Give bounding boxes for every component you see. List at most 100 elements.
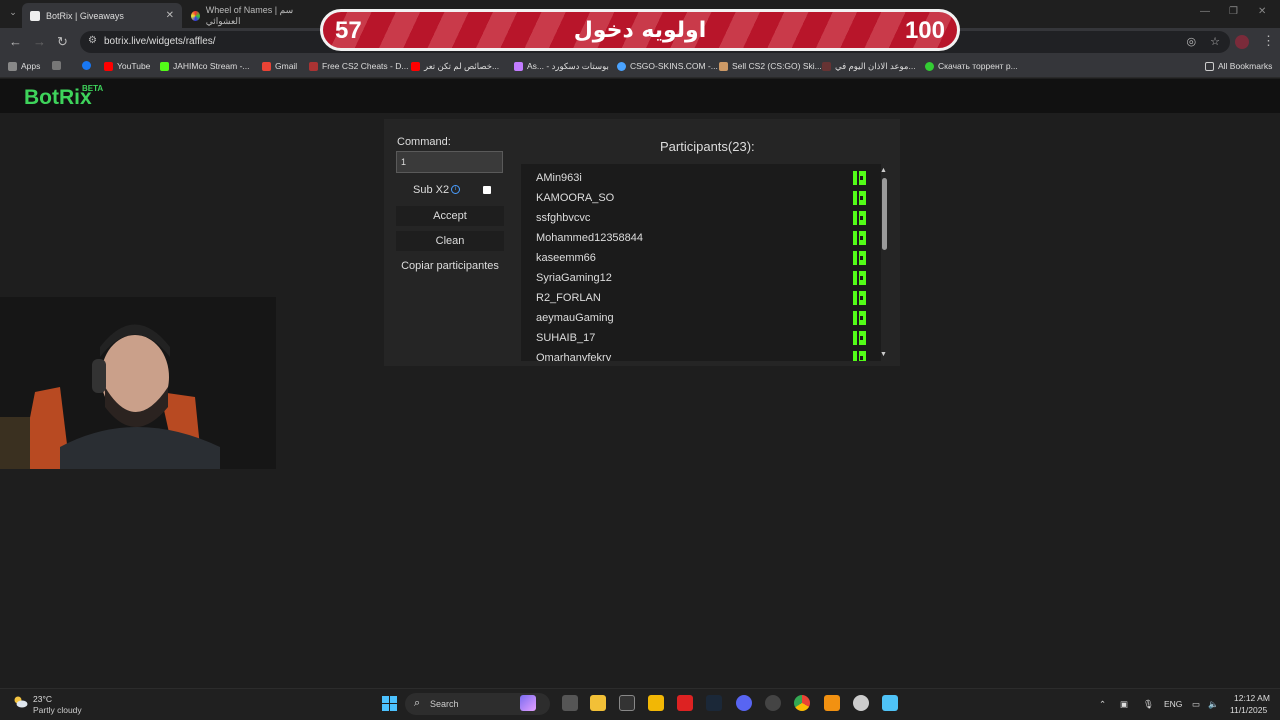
close-tab-icon[interactable]: ✕	[166, 10, 174, 21]
menu-kebab-icon[interactable]: ⋮	[1262, 33, 1275, 49]
weather-temperature[interactable]: 23°C	[33, 694, 52, 704]
bookmark-all[interactable]: All Bookmarks	[1205, 61, 1272, 71]
cheats-icon	[309, 61, 318, 71]
logitech-icon[interactable]	[619, 695, 635, 711]
participants-list[interactable]: AMin963i KAMOORA_SO ssfghbvcvc Mohammed1…	[521, 164, 881, 361]
bookmark-cs2-cheats[interactable]: Free CS2 Cheats - D...	[309, 61, 408, 71]
app-icon[interactable]	[648, 695, 664, 711]
bookmark-facebook[interactable]	[82, 61, 95, 70]
microphone-icon[interactable]: 🎙	[1143, 699, 1154, 710]
command-input[interactable]	[396, 151, 503, 173]
bookmark-grid[interactable]	[52, 61, 65, 70]
mosque-icon	[822, 62, 831, 71]
bookmark-apps[interactable]: Apps	[8, 61, 40, 71]
kick-icon	[853, 311, 866, 325]
close-window-icon[interactable]: ✕	[1258, 6, 1266, 17]
tab-search-icon[interactable]: ⌄	[6, 7, 20, 21]
list-item[interactable]: Omarhanyfekry	[536, 348, 866, 361]
start-button[interactable]	[382, 696, 398, 712]
forward-icon[interactable]: →	[33, 34, 46, 49]
windows-logo-icon	[382, 696, 389, 703]
windows-logo-icon	[382, 704, 389, 711]
kick-icon	[853, 251, 866, 265]
bookmark-sell-cs2[interactable]: Sell CS2 (CS:GO) Ski...	[719, 61, 822, 71]
taskbar-date[interactable]: 11/1/2025	[1230, 705, 1267, 715]
tray-overflow-icon[interactable]: ⌃	[1099, 699, 1106, 710]
vlc-icon[interactable]	[824, 695, 840, 711]
volume-icon[interactable]: 🔈	[1208, 699, 1219, 710]
weather-condition[interactable]: Partly cloudy	[33, 705, 82, 715]
obs-icon[interactable]	[765, 695, 781, 711]
steam-icon[interactable]	[706, 695, 722, 711]
site-info-icon[interactable]: ⚙	[88, 35, 97, 46]
overlay-right-number: 100	[904, 17, 945, 44]
list-item[interactable]: ssfghbvcvc	[536, 208, 866, 228]
copy-participants-button[interactable]: Copiar participantes	[396, 256, 504, 276]
tray-app-icon[interactable]: ▣	[1120, 699, 1128, 710]
accept-button[interactable]: Accept	[396, 206, 504, 226]
skins-icon	[719, 61, 728, 71]
antivirus-icon[interactable]	[677, 695, 693, 711]
network-icon[interactable]: ▭	[1192, 699, 1200, 710]
list-item[interactable]: Mohammed12358844	[536, 228, 866, 248]
subx2-checkbox[interactable]	[483, 186, 491, 194]
search-icon: ⌕	[414, 697, 421, 709]
bookmark-youtube[interactable]: YouTube	[104, 61, 150, 71]
notepad-icon[interactable]	[882, 695, 898, 711]
scroll-down-icon[interactable]: ▼	[880, 351, 887, 358]
reload-icon[interactable]: ↻	[57, 34, 68, 50]
bookmark-discord-posts[interactable]: As... - بوستات دسكورد	[514, 61, 609, 72]
participant-name: Mohammed12358844	[536, 232, 644, 244]
bookmark-torrent[interactable]: Скачать торрент р...	[925, 61, 1018, 71]
info-icon[interactable]: i	[451, 185, 460, 194]
windows-logo-icon	[390, 704, 397, 711]
participant-name: AMin963i	[536, 172, 582, 184]
globe-icon	[617, 61, 626, 71]
tab-botrix[interactable]: BotRix | Giveaways ✕	[22, 3, 182, 28]
chrome-icon[interactable]	[794, 695, 810, 711]
bookmark-csgo-skins[interactable]: CSGO-SKINS.COM -...	[617, 61, 718, 71]
participant-name: KAMOORA_SO	[536, 192, 615, 204]
bookmark-star-icon[interactable]: ☆	[1210, 35, 1220, 48]
list-item[interactable]: KAMOORA_SO	[536, 188, 866, 208]
back-icon[interactable]: ←	[9, 34, 22, 49]
kick-icon	[853, 291, 866, 305]
bookmark-gmail[interactable]: Gmail	[262, 61, 297, 71]
bookmark-jahimco[interactable]: JAHIMco Stream -...	[160, 61, 250, 71]
list-item[interactable]: R2_FORLAN	[536, 288, 866, 308]
botrix-favicon-icon	[30, 10, 40, 21]
gmail-icon	[262, 61, 271, 71]
discord-icon[interactable]	[736, 695, 752, 711]
minimize-icon[interactable]: —	[1200, 6, 1210, 17]
scrollbar-thumb[interactable]	[882, 178, 887, 250]
taskbar-time[interactable]: 12:12 AM	[1234, 693, 1270, 703]
participants-header: Participants(23):	[660, 139, 755, 154]
list-item[interactable]: AMin963i	[536, 168, 866, 188]
task-view-icon[interactable]	[562, 695, 578, 711]
language-indicator[interactable]: ENG	[1164, 699, 1182, 709]
kick-icon	[853, 231, 866, 245]
kick-icon	[853, 271, 866, 285]
windows-logo-icon	[390, 696, 397, 703]
partly-cloudy-icon[interactable]	[12, 695, 28, 709]
participant-name: Omarhanyfekry	[536, 352, 612, 361]
restore-icon[interactable]: ❐	[1229, 6, 1238, 17]
bookmark-arabic-1[interactable]: خصائص لم تكن تعر...	[411, 61, 499, 72]
list-item[interactable]: kaseemm66	[536, 248, 866, 268]
list-item[interactable]: aeymauGaming	[536, 308, 866, 328]
bookmarks-bar: Apps YouTube JAHIMco Stream -... Gmail F…	[0, 56, 1280, 78]
youtube-icon	[104, 61, 113, 71]
webcam-overlay	[0, 297, 276, 469]
bookmark-prayer-times[interactable]: موعد الاذان اليوم في...	[822, 61, 916, 72]
clean-button[interactable]: Clean	[396, 231, 504, 251]
list-item[interactable]: SyriaGaming12	[536, 268, 866, 288]
profile-avatar[interactable]	[1235, 35, 1249, 49]
settings-icon[interactable]	[853, 695, 869, 711]
scroll-up-icon[interactable]: ▲	[880, 167, 887, 174]
eye-off-icon[interactable]: ◎	[1187, 35, 1197, 48]
file-explorer-icon[interactable]	[590, 695, 606, 711]
participant-name: ssfghbvcvc	[536, 212, 591, 224]
copilot-icon[interactable]	[520, 695, 536, 711]
list-item[interactable]: SUHAIB_17	[536, 328, 866, 348]
tab-wheel-of-names[interactable]: Wheel of Names | سم العشوائي	[183, 3, 323, 28]
